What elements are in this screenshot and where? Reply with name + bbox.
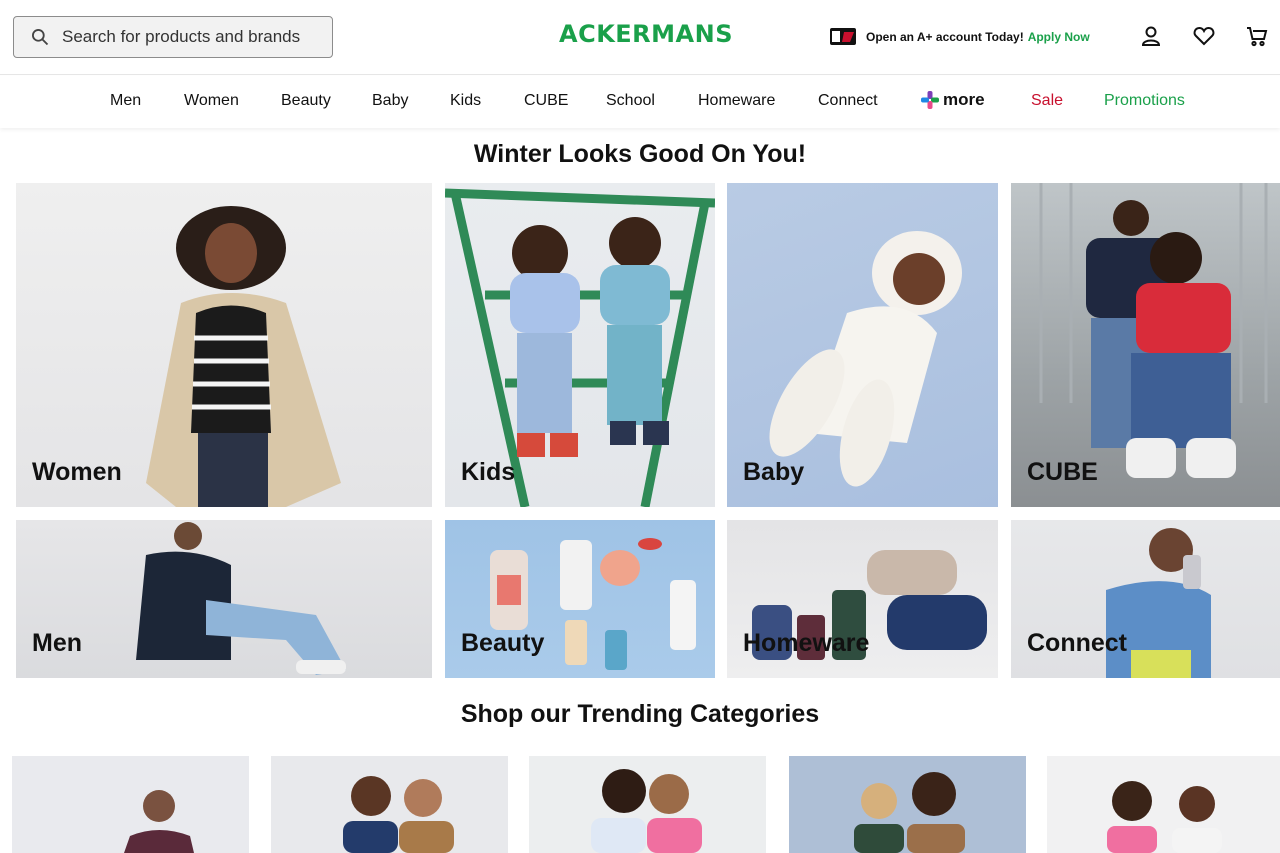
- tile-baby[interactable]: Baby: [727, 183, 998, 507]
- trending-card[interactable]: [271, 756, 508, 853]
- tile-label: Women: [32, 458, 122, 486]
- nav-item-cube[interactable]: CUBE: [524, 92, 568, 110]
- trending-card-image: [12, 756, 249, 853]
- nav-item-beauty[interactable]: Beauty: [281, 92, 331, 110]
- trending-card-image: [1047, 756, 1280, 853]
- account-icon[interactable]: [1139, 24, 1163, 48]
- tile-label: Beauty: [461, 629, 545, 657]
- site-logo[interactable]: ACKERMANS: [559, 20, 733, 48]
- main-nav: Men Women Beauty Baby Kids CUBE School H…: [0, 76, 1280, 128]
- nav-item-kids[interactable]: Kids: [450, 92, 481, 110]
- tile-label: Men: [32, 629, 82, 657]
- tile-label: Baby: [743, 458, 805, 486]
- search-input[interactable]: [62, 27, 312, 47]
- trending-card-image: [271, 756, 508, 853]
- nav-item-women[interactable]: Women: [184, 92, 239, 110]
- promo-text: Open an A+ account Today!: [866, 29, 1024, 44]
- tile-connect[interactable]: Connect: [1011, 520, 1280, 678]
- tile-label: Connect: [1027, 629, 1127, 657]
- tile-kids[interactable]: Kids: [445, 183, 715, 507]
- card-icon: [830, 28, 856, 45]
- tile-women[interactable]: Women: [16, 183, 432, 507]
- nav-item-promotions[interactable]: Promotions: [1104, 92, 1185, 110]
- nav-item-sale[interactable]: Sale: [1031, 92, 1063, 110]
- heart-icon[interactable]: [1192, 24, 1216, 48]
- nav-item-baby[interactable]: Baby: [372, 92, 408, 110]
- women-figure-image: [146, 206, 341, 507]
- more-label: more: [943, 90, 985, 109]
- site-header: ACKERMANS Open an A+ account Today! Appl…: [0, 0, 1280, 75]
- tile-cube[interactable]: CUBE: [1011, 183, 1280, 507]
- trending-card-image: [529, 756, 766, 853]
- tile-men[interactable]: Men: [16, 520, 432, 678]
- trending-card[interactable]: [789, 756, 1026, 853]
- search-box[interactable]: [13, 16, 333, 58]
- hero-title: Winter Looks Good On You!: [473, 140, 807, 168]
- search-icon: [32, 29, 49, 46]
- trending-title: Shop our Trending Categories: [460, 700, 820, 728]
- nav-item-homeware[interactable]: Homeware: [698, 92, 775, 110]
- trending-card[interactable]: [12, 756, 249, 853]
- tile-homeware[interactable]: Homeware: [727, 520, 998, 678]
- tile-label: CUBE: [1027, 458, 1098, 486]
- tile-beauty[interactable]: Beauty: [445, 520, 715, 678]
- nav-item-connect[interactable]: Connect: [818, 92, 878, 110]
- trending-card-image: [789, 756, 1026, 853]
- trending-card[interactable]: [1047, 756, 1280, 853]
- tile-label: Homeware: [743, 629, 870, 657]
- nav-item-school[interactable]: School: [606, 92, 655, 110]
- nav-item-more[interactable]: more: [921, 90, 985, 110]
- account-promo: Open an A+ account Today! Apply Now: [830, 28, 1090, 45]
- cart-icon[interactable]: [1245, 24, 1269, 48]
- more-plus-icon: [921, 91, 939, 109]
- nav-item-men[interactable]: Men: [110, 92, 141, 110]
- trending-card[interactable]: [529, 756, 766, 853]
- apply-now-link[interactable]: Apply Now: [1028, 30, 1090, 44]
- tile-label: Kids: [461, 458, 516, 486]
